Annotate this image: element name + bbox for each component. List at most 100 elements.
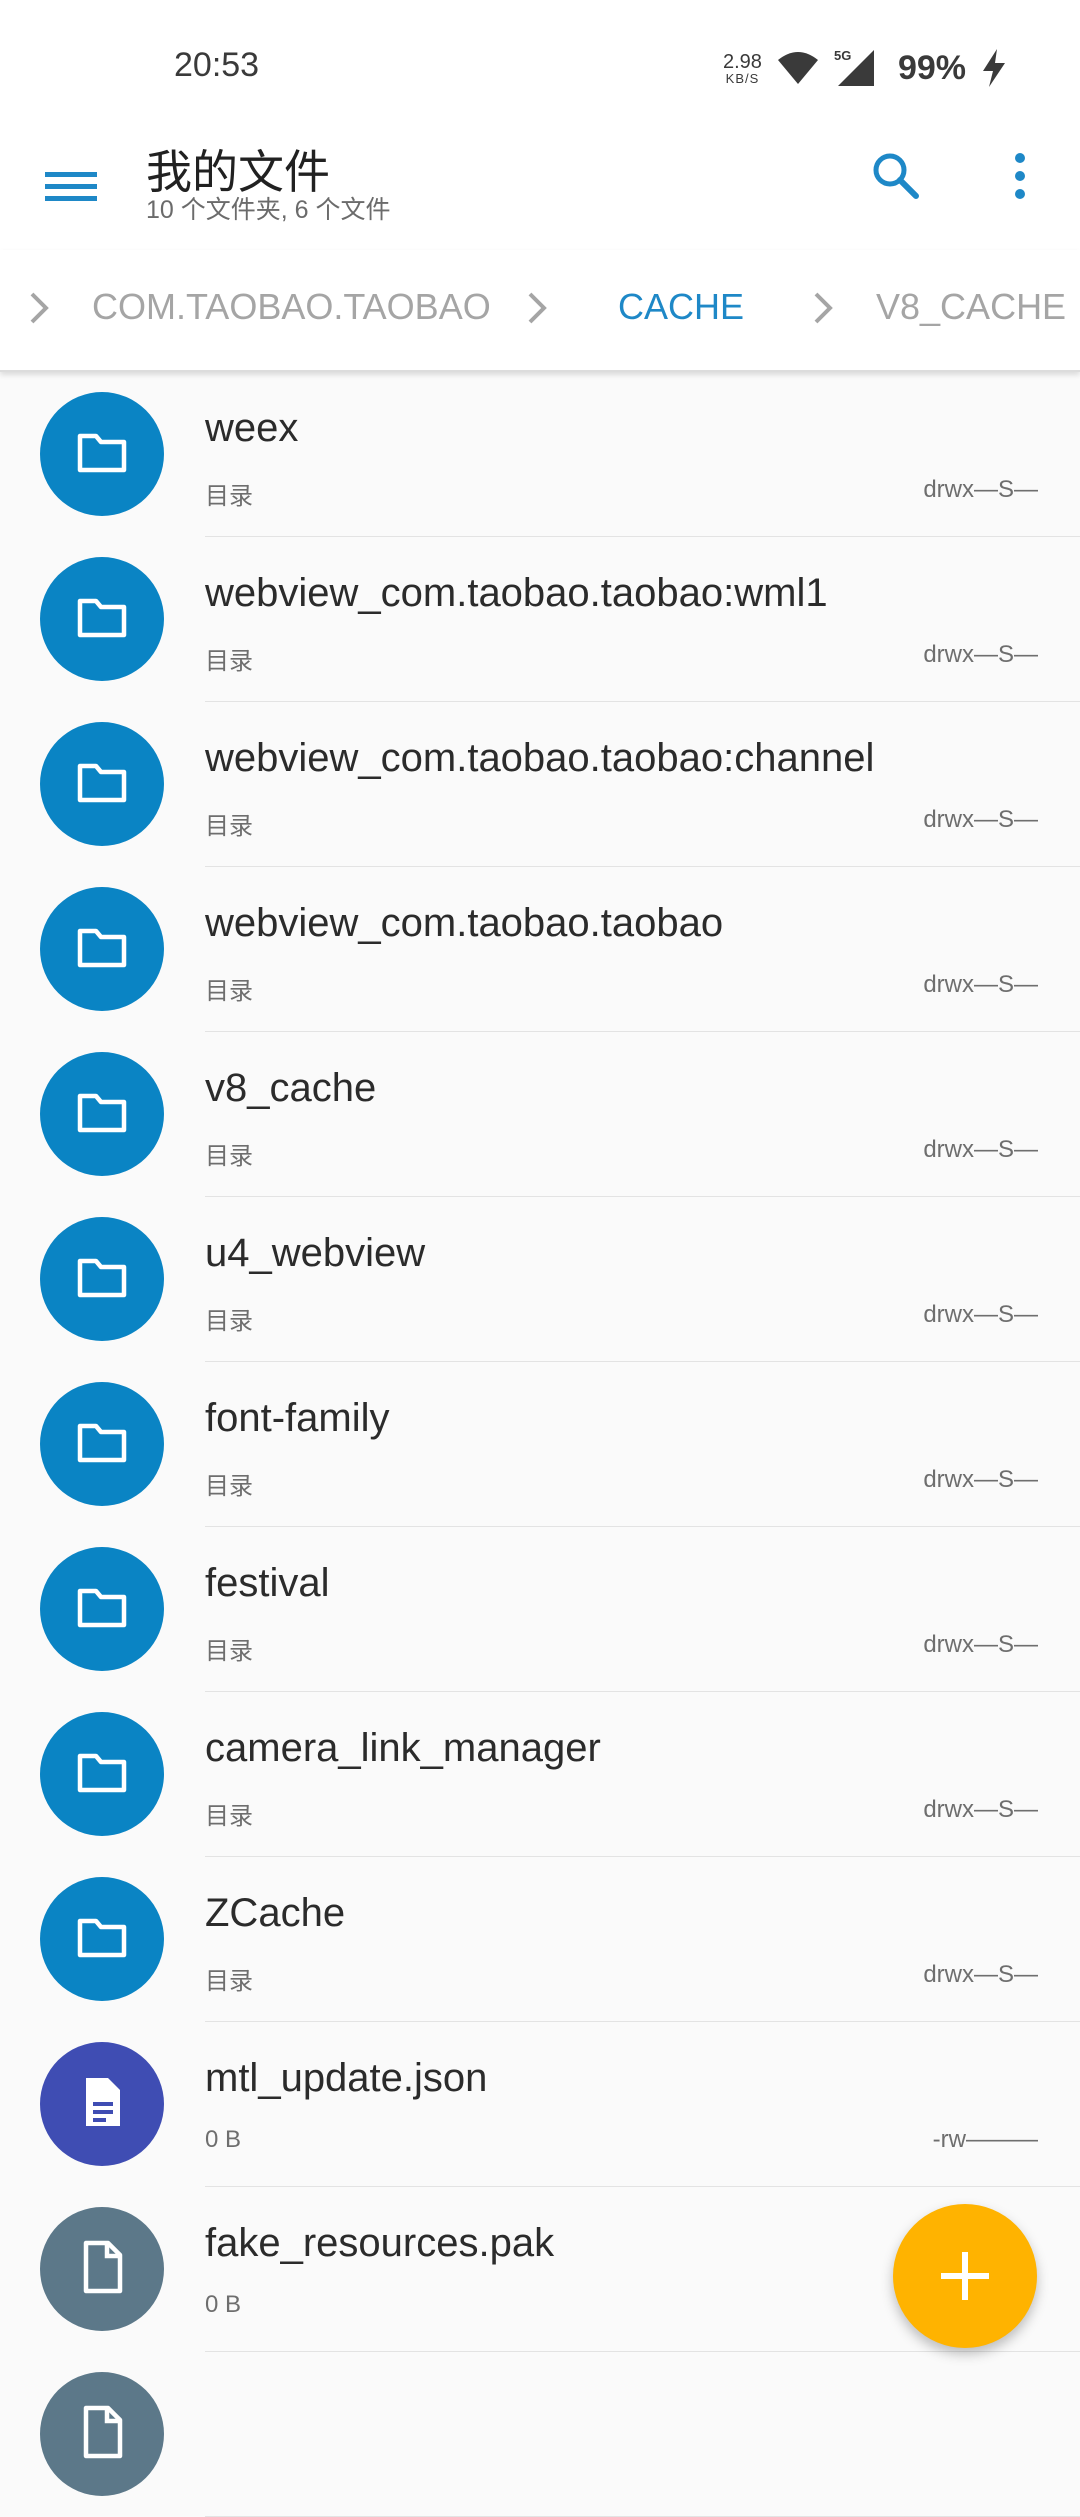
- file-meta: 0 B: [205, 2126, 242, 2153]
- folder-icon: [72, 752, 132, 817]
- file-name: fake_resources.pak: [205, 2221, 555, 2265]
- status-icons: 2.98 KB/S 5G 99%: [723, 42, 1008, 94]
- file-type-badge: [40, 887, 164, 1011]
- status-bar: 20:53 2.98 KB/S 5G 99%: [0, 0, 1080, 130]
- file-name: ZCache: [205, 1891, 346, 1935]
- folder-icon: [72, 422, 132, 487]
- file-type-badge: [40, 1877, 164, 2001]
- file-type-badge: [40, 2372, 164, 2496]
- file-meta: 目录: [205, 978, 253, 1005]
- more-vert-icon: [1015, 153, 1025, 199]
- file-type-badge: [40, 392, 164, 516]
- file-meta: 目录: [205, 1473, 253, 1500]
- plus-icon: [941, 2252, 989, 2300]
- status-time: 20:53: [174, 46, 260, 84]
- file-type-badge: [40, 1217, 164, 1341]
- breadcrumb-item-cache[interactable]: CACHE: [618, 286, 744, 328]
- network-speed-unit: KB/S: [725, 70, 760, 86]
- list-item[interactable]: ZCache 目录 drwx—S—: [0, 1857, 1080, 2022]
- file-list: weex 目录 drwx—S— webview_com.taobao.taobao:w…: [0, 372, 1080, 2517]
- list-item[interactable]: camera_link_manager 目录 drwx—S—: [0, 1692, 1080, 1857]
- file-name: webview_com.taobao.taobao: [205, 901, 724, 945]
- breadcrumb-item-v8-cache[interactable]: V8_CACHE: [876, 286, 1066, 328]
- folder-icon: [72, 1577, 132, 1642]
- file-name: webview_com.taobao.taobao:channel: [205, 736, 875, 780]
- file-permissions: drwx—S—: [923, 1631, 1038, 1658]
- folder-icon: [72, 1907, 132, 1972]
- charging-bolt-icon: [983, 49, 1005, 87]
- page-subtitle: 10 个文件夹, 6 个文件: [146, 196, 391, 224]
- list-item[interactable]: webview_com.taobao.taobao 目录 drwx—S—: [0, 867, 1080, 1032]
- file-permissions: drwx—S—: [923, 806, 1038, 833]
- menu-button[interactable]: [42, 154, 102, 214]
- file-permissions: drwx—S—: [923, 476, 1038, 503]
- folder-icon: [72, 1247, 132, 1312]
- file-meta: 目录: [205, 483, 253, 510]
- file-name: font-family: [205, 1396, 390, 1440]
- file-name: webview_com.taobao.taobao:wml1: [205, 571, 828, 615]
- file-type-badge: [40, 722, 164, 846]
- file-meta: 目录: [205, 1968, 253, 1995]
- file-meta: 0 B: [205, 2291, 242, 2318]
- file-type-badge: [40, 1547, 164, 1671]
- list-item[interactable]: font-family 目录 drwx—S—: [0, 1362, 1080, 1527]
- more-options-button[interactable]: [990, 146, 1050, 206]
- search-icon: [873, 153, 919, 199]
- chevron-right-icon: [528, 292, 547, 324]
- file-permissions: drwx—S—: [923, 1136, 1038, 1163]
- list-item[interactable]: webview_com.taobao.taobao:channel 目录 drwx—…: [0, 702, 1080, 867]
- list-item[interactable]: [0, 2352, 1080, 2517]
- hamburger-menu-icon: [45, 172, 97, 201]
- file-name: festival: [205, 1561, 330, 1605]
- wifi-icon: [777, 52, 818, 84]
- file-permissions: -rw———: [932, 2126, 1038, 2153]
- file-meta: 目录: [205, 648, 253, 675]
- file-type-badge: [40, 1712, 164, 1836]
- file-meta: 目录: [205, 813, 253, 840]
- app-bar: 我的文件 10 个文件夹, 6 个文件: [0, 130, 1080, 250]
- folder-icon: [72, 587, 132, 652]
- file-permissions: drwx—S—: [923, 971, 1038, 998]
- file-permissions: drwx—S—: [923, 1961, 1038, 1988]
- file-type-badge: [40, 2042, 164, 2166]
- file-name: u4_webview: [205, 1231, 426, 1275]
- file-meta: 目录: [205, 1143, 253, 1170]
- list-item[interactable]: u4_webview 目录 drwx—S—: [0, 1197, 1080, 1362]
- network-speed-value: 2.98: [723, 50, 762, 73]
- folder-icon: [72, 1082, 132, 1147]
- network-speed: 2.98 KB/S: [723, 52, 762, 85]
- chevron-right-icon: [814, 292, 833, 324]
- battery-percent: 99%: [897, 48, 966, 87]
- folder-icon: [72, 1742, 132, 1807]
- breadcrumb-item-taobao[interactable]: COM.TAOBAO.TAOBAO: [92, 286, 491, 328]
- file-type-badge: [40, 557, 164, 681]
- list-item[interactable]: festival 目录 drwx—S—: [0, 1527, 1080, 1692]
- file-permissions: drwx—S—: [923, 1466, 1038, 1493]
- list-item[interactable]: weex 目录 drwx—S—: [0, 372, 1080, 537]
- file-name: camera_link_manager: [205, 1726, 601, 1770]
- file-type-badge: [40, 2207, 164, 2331]
- file-meta: 目录: [205, 1803, 253, 1830]
- file-meta: 目录: [205, 1638, 253, 1665]
- breadcrumb: COM.TAOBAO.TAOBAO CACHE V8_CACHE: [0, 250, 1080, 372]
- file-meta: 目录: [205, 1308, 253, 1335]
- file-permissions: drwx—S—: [923, 1301, 1038, 1328]
- cellular-signal-icon: 5G: [834, 48, 874, 86]
- add-button[interactable]: [893, 2204, 1037, 2348]
- file-name: weex: [205, 406, 299, 450]
- list-item[interactable]: webview_com.taobao.taobao:wml1 目录 drwx—S—: [0, 537, 1080, 702]
- text-file-icon: [72, 2072, 132, 2137]
- file-permissions: drwx—S—: [923, 641, 1038, 668]
- folder-icon: [72, 1412, 132, 1477]
- search-button[interactable]: [866, 146, 926, 206]
- file-permissions: drwx—S—: [923, 1796, 1038, 1823]
- chevron-right-icon: [30, 292, 49, 324]
- file-icon: [72, 2237, 132, 2302]
- file-type-badge: [40, 1052, 164, 1176]
- folder-icon: [72, 917, 132, 982]
- file-name: mtl_update.json: [205, 2056, 488, 2100]
- file-name: v8_cache: [205, 1066, 377, 1110]
- file-icon: [72, 2402, 132, 2467]
- list-item[interactable]: mtl_update.json 0 B -rw———: [0, 2022, 1080, 2187]
- list-item[interactable]: v8_cache 目录 drwx—S—: [0, 1032, 1080, 1197]
